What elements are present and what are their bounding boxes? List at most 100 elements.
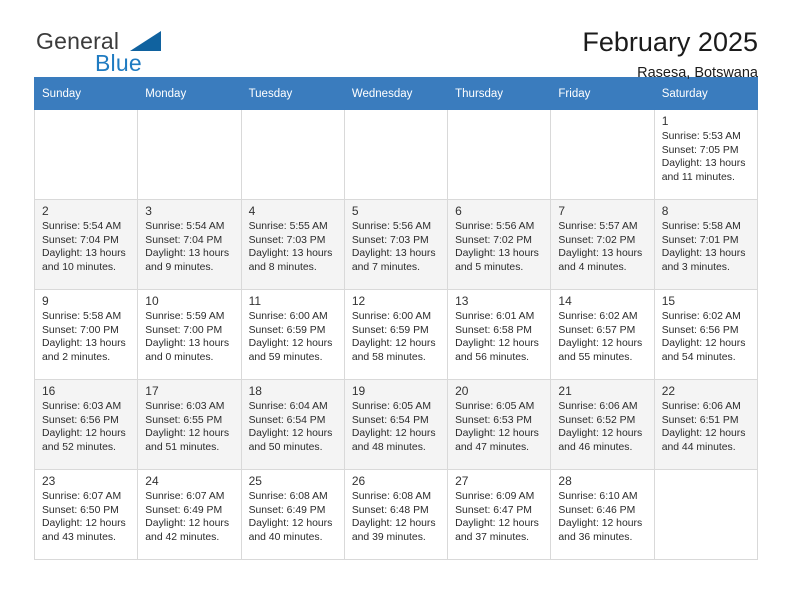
- day-number: 11: [248, 294, 262, 308]
- day-number: 23: [42, 474, 56, 488]
- calendar-day-cell[interactable]: 19 Sunrise: 6:05 AM Sunset: 6:54 PM Dayli…: [343, 379, 449, 470]
- calendar-week-row: 9 Sunrise: 5:58 AM Sunset: 7:00 PM Daylig…: [33, 289, 759, 380]
- calendar-week-row: 2 Sunrise: 5:54 AM Sunset: 7:04 PM Daylig…: [33, 199, 759, 290]
- day-number: 14: [558, 294, 572, 308]
- calendar-week-row: 23 Sunrise: 6:07 AM Sunset: 6:50 PM Dayli…: [33, 469, 759, 560]
- day-number: 12: [351, 294, 366, 308]
- day-sun-info: Sunrise: 5:54 AM Sunset: 7:04 PM Dayligh…: [42, 221, 126, 273]
- calendar-day-cell[interactable]: 26 Sunrise: 6:08 AM Sunset: 6:48 PM Dayli…: [343, 469, 449, 560]
- calendar-day-cell[interactable]: 28 Sunrise: 6:10 AM Sunset: 6:46 PM Dayli…: [550, 469, 655, 560]
- calendar-day-cell[interactable]: 23 Sunrise: 6:07 AM Sunset: 6:50 PM Dayli…: [33, 469, 139, 560]
- day-number: 3: [145, 204, 152, 218]
- day-number: 18: [248, 384, 262, 398]
- calendar-day-cell[interactable]: 20 Sunrise: 6:05 AM Sunset: 6:53 PM Dayli…: [447, 379, 552, 470]
- day-sun-info: Sunrise: 5:57 AM Sunset: 7:02 PM Dayligh…: [558, 221, 643, 273]
- day-number: 9: [42, 294, 49, 308]
- weekday-header-monday: Monday: [137, 77, 242, 110]
- page-header: General Blue February 2025 Rasesa, Botsw…: [34, 0, 758, 81]
- calendar-day-cell[interactable]: 1 Sunrise: 5:53 AM Sunset: 7:05 PM Daylig…: [653, 109, 759, 200]
- calendar-day-cell[interactable]: 12 Sunrise: 6:00 AM Sunset: 6:59 PM Dayli…: [343, 289, 449, 380]
- day-sun-info: Sunrise: 6:05 AM Sunset: 6:54 PM Dayligh…: [351, 401, 436, 453]
- day-number: 13: [455, 294, 469, 308]
- calendar-week-row: 16 Sunrise: 6:03 AM Sunset: 6:56 PM Dayli…: [33, 379, 759, 470]
- day-sun-info: Sunrise: 5:58 AM Sunset: 7:01 PM Dayligh…: [661, 221, 746, 273]
- day-number: 8: [661, 204, 669, 218]
- day-sun-info: Sunrise: 6:09 AM Sunset: 6:47 PM Dayligh…: [455, 491, 539, 543]
- day-sun-info: Sunrise: 5:59 AM Sunset: 7:00 PM Dayligh…: [145, 311, 230, 363]
- calendar-day-cell[interactable]: 7 Sunrise: 5:57 AM Sunset: 7:02 PM Daylig…: [550, 199, 655, 290]
- day-sun-info: Sunrise: 5:53 AM Sunset: 7:05 PM Dayligh…: [661, 131, 746, 183]
- day-sun-info: Sunrise: 6:08 AM Sunset: 6:49 PM Dayligh…: [248, 491, 333, 543]
- day-number: 20: [455, 384, 469, 398]
- calendar-week-row: 1 Sunrise: 5:53 AM Sunset: 7:05 PM Daylig…: [33, 109, 759, 200]
- calendar-day-cell-empty: [240, 109, 345, 200]
- calendar-day-cell[interactable]: 21 Sunrise: 6:06 AM Sunset: 6:52 PM Dayli…: [550, 379, 655, 470]
- day-number: 27: [455, 474, 469, 488]
- weekday-header-thursday: Thursday: [447, 77, 552, 110]
- calendar-day-cell[interactable]: 10 Sunrise: 5:59 AM Sunset: 7:00 PM Dayli…: [137, 289, 242, 380]
- day-sun-info: Sunrise: 5:56 AM Sunset: 7:03 PM Dayligh…: [351, 221, 436, 273]
- day-sun-info: Sunrise: 6:07 AM Sunset: 6:49 PM Dayligh…: [145, 491, 230, 543]
- calendar-day-cell[interactable]: 9 Sunrise: 5:58 AM Sunset: 7:00 PM Daylig…: [33, 289, 139, 380]
- day-number: 22: [661, 384, 676, 398]
- calendar-day-cell[interactable]: 3 Sunrise: 5:54 AM Sunset: 7:04 PM Daylig…: [137, 199, 242, 290]
- day-number: 17: [145, 384, 159, 398]
- calendar-day-cell[interactable]: 25 Sunrise: 6:08 AM Sunset: 6:49 PM Dayli…: [240, 469, 345, 560]
- calendar-day-cell[interactable]: 11 Sunrise: 6:00 AM Sunset: 6:59 PM Dayli…: [240, 289, 345, 380]
- calendar-day-cell[interactable]: 2 Sunrise: 5:54 AM Sunset: 7:04 PM Daylig…: [33, 199, 139, 290]
- day-number: 28: [558, 474, 572, 488]
- calendar-day-cell[interactable]: 6 Sunrise: 5:56 AM Sunset: 7:02 PM Daylig…: [447, 199, 552, 290]
- calendar-day-cell-empty: [137, 109, 242, 200]
- day-sun-info: Sunrise: 6:07 AM Sunset: 6:50 PM Dayligh…: [42, 491, 126, 543]
- day-number: 1: [661, 114, 669, 128]
- day-number: 26: [351, 474, 366, 488]
- calendar-day-cell[interactable]: 16 Sunrise: 6:03 AM Sunset: 6:56 PM Dayli…: [33, 379, 139, 470]
- brand-name-blue: Blue: [95, 50, 142, 76]
- day-sun-info: Sunrise: 6:06 AM Sunset: 6:51 PM Dayligh…: [661, 401, 746, 453]
- day-sun-info: Sunrise: 6:06 AM Sunset: 6:52 PM Dayligh…: [558, 401, 643, 453]
- calendar-day-cell[interactable]: 27 Sunrise: 6:09 AM Sunset: 6:47 PM Dayli…: [447, 469, 552, 560]
- weekday-header-wednesday: Wednesday: [343, 77, 449, 110]
- day-number: 10: [145, 294, 159, 308]
- day-number: 2: [42, 204, 49, 218]
- calendar-day-cell[interactable]: 17 Sunrise: 6:03 AM Sunset: 6:55 PM Dayli…: [137, 379, 242, 470]
- day-sun-info: Sunrise: 6:10 AM Sunset: 6:46 PM Dayligh…: [558, 491, 643, 543]
- title-block: February 2025 Rasesa, Botswana: [582, 26, 758, 83]
- calendar-day-cell[interactable]: 24 Sunrise: 6:07 AM Sunset: 6:49 PM Dayli…: [137, 469, 242, 560]
- day-number: 19: [351, 384, 366, 398]
- day-number: 5: [351, 204, 359, 218]
- calendar-day-cell[interactable]: 22 Sunrise: 6:06 AM Sunset: 6:51 PM Dayli…: [653, 379, 759, 470]
- day-number: 16: [42, 384, 56, 398]
- calendar-day-cell[interactable]: 14 Sunrise: 6:02 AM Sunset: 6:57 PM Dayli…: [550, 289, 655, 380]
- calendar-day-cell-empty: [33, 109, 139, 200]
- day-sun-info: Sunrise: 5:55 AM Sunset: 7:03 PM Dayligh…: [248, 221, 333, 273]
- weekday-header-tuesday: Tuesday: [240, 77, 345, 110]
- day-sun-info: Sunrise: 6:01 AM Sunset: 6:58 PM Dayligh…: [455, 311, 539, 363]
- day-number: 21: [558, 384, 572, 398]
- calendar-day-cell-empty: [653, 469, 759, 560]
- day-number: 4: [248, 204, 256, 218]
- calendar-day-cell[interactable]: 15 Sunrise: 6:02 AM Sunset: 6:56 PM Dayli…: [653, 289, 759, 380]
- page-title: February 2025: [582, 27, 758, 57]
- day-sun-info: Sunrise: 6:03 AM Sunset: 6:56 PM Dayligh…: [42, 401, 126, 453]
- day-number: 25: [248, 474, 262, 488]
- calendar-day-cell[interactable]: 18 Sunrise: 6:04 AM Sunset: 6:54 PM Dayli…: [240, 379, 345, 470]
- calendar-day-cell[interactable]: 8 Sunrise: 5:58 AM Sunset: 7:01 PM Daylig…: [653, 199, 759, 290]
- calendar-table: Sunday Monday Tuesday Wednesday Thursday…: [33, 77, 759, 560]
- brand-logo[interactable]: General Blue: [34, 26, 214, 78]
- day-sun-info: Sunrise: 5:54 AM Sunset: 7:04 PM Dayligh…: [145, 221, 230, 273]
- calendar-day-cell[interactable]: 4 Sunrise: 5:55 AM Sunset: 7:03 PM Daylig…: [240, 199, 345, 290]
- calendar-page: General Blue February 2025 Rasesa, Botsw…: [0, 0, 792, 612]
- location-subtitle: Rasesa, Botswana: [637, 65, 758, 81]
- day-sun-info: Sunrise: 6:03 AM Sunset: 6:55 PM Dayligh…: [145, 401, 230, 453]
- day-sun-info: Sunrise: 6:02 AM Sunset: 6:57 PM Dayligh…: [558, 311, 643, 363]
- day-number: 6: [455, 204, 462, 218]
- calendar-day-cell[interactable]: 13 Sunrise: 6:01 AM Sunset: 6:58 PM Dayli…: [447, 289, 552, 380]
- calendar-day-cell[interactable]: 5 Sunrise: 5:56 AM Sunset: 7:03 PM Daylig…: [343, 199, 449, 290]
- day-number: 7: [558, 204, 566, 218]
- day-sun-info: Sunrise: 6:00 AM Sunset: 6:59 PM Dayligh…: [351, 311, 436, 363]
- calendar-day-cell-empty: [550, 109, 655, 200]
- day-sun-info: Sunrise: 5:58 AM Sunset: 7:00 PM Dayligh…: [42, 311, 126, 363]
- triangle-logo-icon: [130, 31, 161, 51]
- day-sun-info: Sunrise: 6:05 AM Sunset: 6:53 PM Dayligh…: [455, 401, 539, 453]
